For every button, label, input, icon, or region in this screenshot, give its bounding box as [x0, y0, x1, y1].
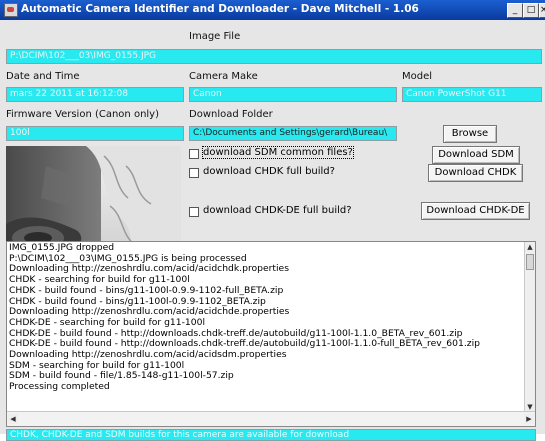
camera-app-icon	[4, 3, 18, 17]
image-file-label: Image File	[189, 31, 241, 42]
log-line: CHDK - build found - bins/g11-100l-0.9.9…	[9, 284, 284, 296]
firmware-field[interactable]: 100l	[6, 126, 184, 141]
firmware-label: Firmware Version (Canon only)	[6, 109, 159, 120]
minimize-button[interactable]: _	[507, 3, 523, 18]
log-lines: IMG_0155.JPG dropped P:\DCIM\102___03\IMG…	[9, 242, 527, 393]
chdk-de-full-label[interactable]: download CHDK-DE full build?	[203, 205, 352, 216]
chdk-full-label[interactable]: download CHDK full build?	[203, 166, 335, 177]
main-panel: Image File P:\DCIM\102___03\IMG_0155.JPG…	[0, 20, 545, 441]
arrow-left-icon[interactable]: ◀	[8, 414, 18, 424]
model-label: Model	[402, 71, 433, 82]
sdm-common-label[interactable]: download SDM common files?	[202, 146, 354, 159]
close-button[interactable]: ×	[539, 3, 545, 18]
model-field[interactable]: Canon PowerShot G11	[402, 87, 542, 102]
vertical-scroll-thumb[interactable]	[526, 254, 534, 270]
date-time-field[interactable]: mars 22 2011 at 16:12:08	[6, 87, 184, 102]
arrow-up-icon[interactable]: ▲	[525, 242, 535, 252]
camera-make-field[interactable]: Canon	[189, 87, 397, 102]
log-panel[interactable]: IMG_0155.JPG dropped P:\DCIM\102___03\IMG…	[6, 241, 536, 427]
status-bar: CHDK, CHDK-DE and SDM builds for this ca…	[6, 429, 536, 441]
camera-make-label: Camera Make	[189, 71, 258, 82]
sdm-common-checkbox[interactable]	[189, 149, 199, 159]
download-chdk-button[interactable]: Download CHDK	[428, 164, 523, 182]
log-line: Processing completed	[9, 381, 110, 393]
chdk-full-checkbox[interactable]	[189, 168, 199, 178]
horizontal-scrollbar[interactable]: ◀ ▶	[7, 411, 535, 426]
download-folder-label: Download Folder	[189, 109, 273, 120]
arrow-right-icon[interactable]: ▶	[524, 414, 534, 424]
browse-button[interactable]: Browse	[443, 125, 497, 143]
image-file-field[interactable]: P:\DCIM\102___03\IMG_0155.JPG	[6, 49, 542, 64]
download-folder-field[interactable]: C:\Documents and Settings\gerard\Bureau\	[189, 126, 397, 141]
vertical-scrollbar[interactable]: ▲ ▼	[524, 242, 535, 412]
title-bar: Automatic Camera Identifier and Download…	[0, 0, 545, 20]
maximize-button[interactable]: □	[523, 3, 539, 18]
download-sdm-button[interactable]: Download SDM	[432, 146, 520, 164]
chdk-de-full-checkbox[interactable]	[189, 207, 199, 217]
download-chdk-de-button[interactable]: Download CHDK-DE	[421, 202, 530, 220]
window-title: Automatic Camera Identifier and Download…	[21, 3, 419, 15]
date-time-label: Date and Time	[6, 71, 80, 82]
